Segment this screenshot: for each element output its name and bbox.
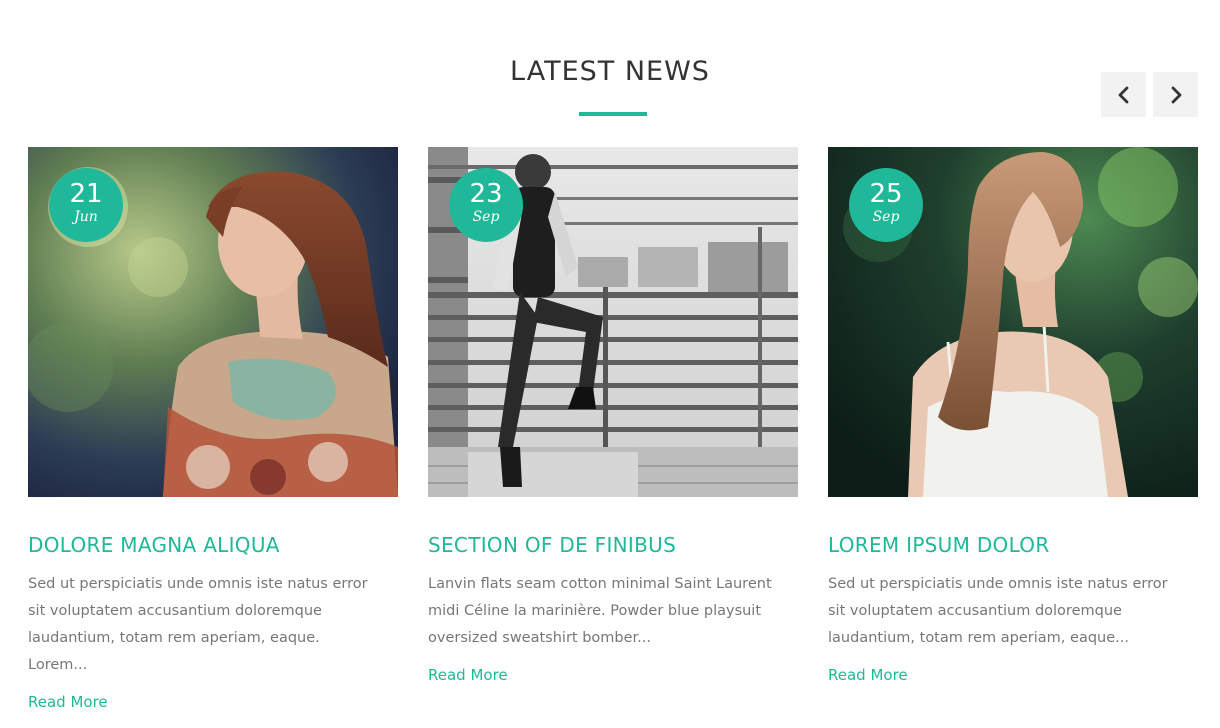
news-card-image[interactable]: 21 Jun [28, 147, 398, 497]
date-day: 21 [69, 179, 103, 209]
carousel-prev-button[interactable] [1101, 72, 1146, 117]
date-month: Sep [472, 209, 500, 225]
date-day: 25 [869, 179, 903, 209]
section-title: LATEST NEWS [510, 56, 710, 87]
read-more-link[interactable]: Read More [828, 665, 908, 685]
chevron-left-icon [1117, 86, 1131, 104]
news-card: 23 Sep SECTION OF DE FINIBUS Lanvin flat… [428, 147, 798, 684]
date-badge: 21 Jun [49, 168, 123, 242]
date-month: Jun [74, 209, 98, 225]
date-month: Sep [872, 209, 900, 225]
news-card-title[interactable]: LOREM IPSUM DOLOR [828, 531, 1198, 559]
news-card-excerpt: Sed ut perspiciatis unde omnis iste natu… [828, 576, 1168, 646]
news-card-excerpt: Lanvin flats seam cotton minimal Saint L… [428, 576, 772, 646]
date-day: 23 [469, 179, 503, 209]
read-more-link[interactable]: Read More [28, 692, 108, 712]
date-badge: 23 Sep [449, 168, 523, 242]
news-card-title[interactable]: SECTION OF DE FINIBUS [428, 531, 798, 559]
title-underline [579, 112, 647, 116]
read-more-link[interactable]: Read More [428, 665, 508, 685]
news-card-image[interactable]: 25 Sep [828, 147, 1198, 497]
news-card-image[interactable]: 23 Sep [428, 147, 798, 497]
news-card: 25 Sep LOREM IPSUM DOLOR Sed ut perspici… [828, 147, 1198, 684]
date-badge: 25 Sep [849, 168, 923, 242]
news-card: 21 Jun DOLORE MAGNA ALIQUA Sed ut perspi… [28, 147, 398, 711]
carousel-next-button[interactable] [1153, 72, 1198, 117]
news-card-excerpt: Sed ut perspiciatis unde omnis iste natu… [28, 576, 368, 673]
news-card-title[interactable]: DOLORE MAGNA ALIQUA [28, 531, 398, 559]
chevron-right-icon [1169, 86, 1183, 104]
